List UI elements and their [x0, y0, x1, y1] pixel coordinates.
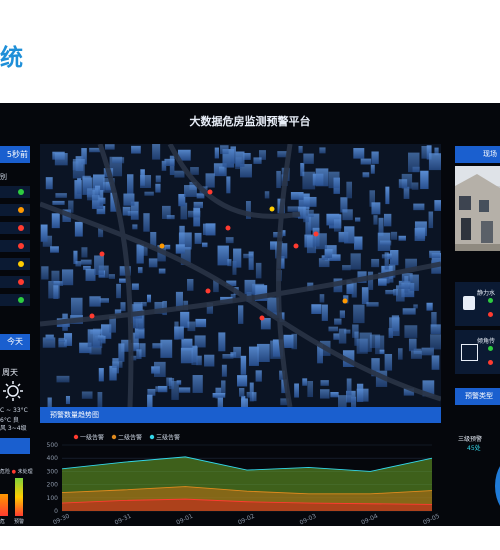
- alert-marker[interactable]: [99, 251, 105, 257]
- status-dot: [18, 297, 24, 303]
- water-gauge-icon: [463, 296, 475, 310]
- left-panel-header: 5秒前: [0, 146, 30, 163]
- status-dot: [488, 298, 493, 303]
- x-tick-label: 09-04: [360, 513, 379, 526]
- dashboard-screen: 大数据危房监测预警平台 5秒前 别 今天 周天 C ~ 33°C 6°C 良 风…: [0, 103, 500, 526]
- x-tick-label: 09-02: [237, 513, 256, 526]
- mini-x-b: 预警: [14, 519, 25, 525]
- status-row: [0, 258, 30, 270]
- alert-marker[interactable]: [207, 189, 213, 195]
- sensor2-label: 倾角传: [477, 338, 496, 345]
- status-row: [0, 222, 30, 234]
- platform-title: 大数据危房监测预警平台: [189, 115, 311, 128]
- alert-type-pie: [495, 456, 500, 516]
- legend-swatch: [111, 434, 117, 440]
- legend-label: 三级告警: [156, 434, 180, 442]
- legend-swatch: [73, 434, 79, 440]
- status-row: [0, 294, 30, 306]
- left-panel-subheader: 别: [0, 173, 7, 181]
- y-tick-label: 300: [47, 468, 59, 475]
- x-tick-label: 09-03: [299, 513, 318, 526]
- status-row: [0, 186, 30, 198]
- status-dot: [18, 207, 24, 213]
- status-dot: [488, 346, 493, 351]
- y-tick-label: 100: [47, 495, 59, 502]
- weather-wind: 风 3~4级: [0, 425, 27, 432]
- mini-legend-a: 危险: [0, 469, 11, 475]
- legend-swatch: [149, 434, 155, 440]
- status-dot: [18, 243, 24, 249]
- alert-marker[interactable]: [313, 231, 319, 237]
- status-row: [0, 276, 30, 288]
- city-3d-map[interactable]: [40, 144, 441, 407]
- status-row: [0, 204, 30, 216]
- x-tick-label: 09-31: [114, 513, 133, 526]
- sensor-card-2[interactable]: 倾角传: [455, 330, 500, 374]
- mini-bar: [0, 494, 8, 516]
- right-panel: 现场 静力水 倾角传 预警类型 三级预警 45处: [455, 138, 500, 526]
- alert-marker[interactable]: [89, 313, 95, 319]
- legend-label: 一级告警: [80, 434, 104, 442]
- legend-label: 二级告警: [118, 434, 142, 442]
- level3-label: 三级预警: [458, 436, 483, 443]
- alert-type-header: 预警类型: [455, 388, 500, 405]
- status-dot: [18, 189, 24, 195]
- status-dot: [488, 312, 493, 317]
- left-panel: 5秒前 别 今天 周天 C ~ 33°C 6°C 良 风 3~4级 危险 ● 未…: [0, 138, 36, 526]
- alert-marker[interactable]: [225, 225, 231, 231]
- alert-marker[interactable]: [293, 243, 299, 249]
- mini-x-a: 危: [0, 519, 6, 525]
- sun-icon: [2, 380, 24, 406]
- weather-day: 周天: [2, 368, 18, 377]
- alert-marker[interactable]: [159, 243, 165, 249]
- left-section-bar: [0, 438, 30, 454]
- alert-marker[interactable]: [205, 288, 211, 294]
- alert-marker[interactable]: [259, 315, 265, 321]
- alert-marker[interactable]: [342, 298, 348, 304]
- tab-today[interactable]: 今天: [0, 334, 30, 350]
- y-tick-label: 500: [47, 442, 59, 449]
- trend-chart: 一级告警 二级告警 三级告警 0 100 200 300 400 500 09-30 09-31 09…: [40, 425, 441, 527]
- site-photo[interactable]: [455, 166, 500, 251]
- status-dot: [18, 225, 24, 231]
- mini-legend: 危险 ● 未处理: [0, 469, 33, 475]
- page-heading: 统: [0, 45, 24, 71]
- sensor1-label: 静力水: [477, 290, 496, 297]
- status-row: [0, 240, 30, 252]
- status-dot: [488, 360, 493, 365]
- y-tick-label: 200: [47, 482, 59, 489]
- right-panel-header: 现场: [455, 146, 500, 163]
- y-tick-label: 0: [54, 508, 58, 515]
- x-tick-label: 09-01: [175, 513, 194, 526]
- tilt-chart-icon: [461, 344, 478, 361]
- alert-marker[interactable]: [269, 206, 275, 212]
- mini-bar: [15, 478, 23, 516]
- status-dot: [18, 279, 24, 285]
- x-tick-label: 09-05: [422, 513, 441, 526]
- trend-chart-header: 预警数量趋势图: [40, 407, 441, 423]
- status-dot: [18, 261, 24, 267]
- mini-legend-b: 未处理: [17, 469, 33, 475]
- y-tick-label: 400: [47, 455, 59, 462]
- weather-temp: C ~ 33°C: [0, 407, 28, 414]
- level3-count: 45处: [467, 445, 481, 452]
- sensor-card-1[interactable]: 静力水: [455, 282, 500, 326]
